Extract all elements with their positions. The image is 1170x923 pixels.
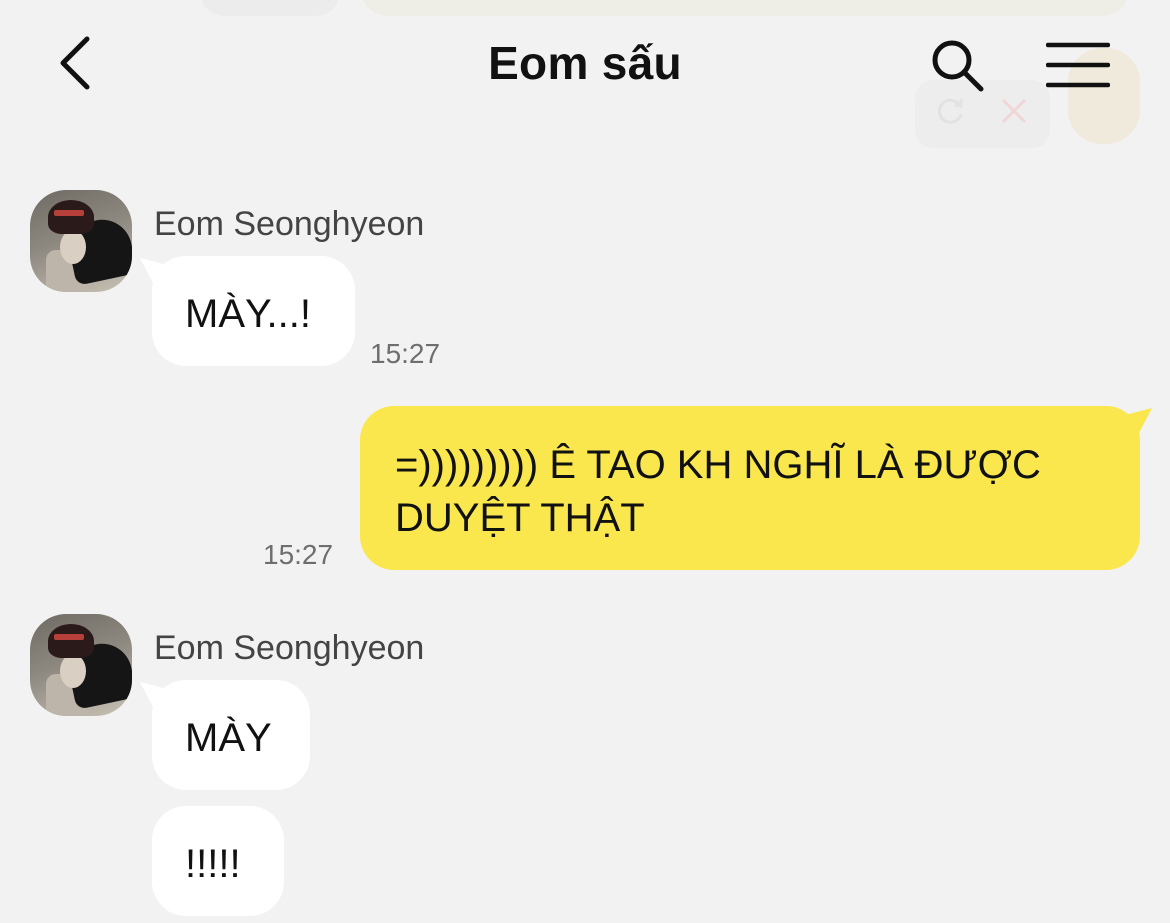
chat-screen: Eom sấu Eom Seonghyeon MÀY...! 15:27 15:… xyxy=(0,0,1170,923)
message-bubble[interactable]: MÀY...! xyxy=(152,256,355,366)
message-time: 15:27 xyxy=(263,539,334,570)
chat-header: Eom sấu xyxy=(0,0,1170,140)
message-bubble-outgoing[interactable]: =))))))))) Ê TAO KH NGHĨ LÀ ĐƯỢC DUYỆT T… xyxy=(360,406,1140,570)
message-text: DUYỆT THẬT xyxy=(395,496,645,540)
search-button[interactable] xyxy=(922,30,992,100)
avatar[interactable] xyxy=(30,614,132,716)
avatar-face xyxy=(60,654,86,688)
chat-title: Eom sấu xyxy=(488,37,682,89)
message-text: MÀY...! xyxy=(185,292,311,336)
message-text: !!!!! xyxy=(185,842,241,886)
message-time: 15:27 xyxy=(370,338,441,369)
avatar[interactable] xyxy=(30,190,132,292)
message-text: MÀY xyxy=(185,716,272,760)
avatar-face xyxy=(60,230,86,264)
message-bubble[interactable]: MÀY xyxy=(152,680,310,790)
sender-name: Eom Seonghyeon xyxy=(154,205,425,243)
menu-button[interactable] xyxy=(1040,30,1116,100)
avatar-cap-logo xyxy=(54,210,84,216)
message-text: =))))))))) Ê TAO KH NGHĨ LÀ ĐƯỢC xyxy=(395,443,1041,487)
avatar-cap-logo xyxy=(54,634,84,640)
avatar-cap xyxy=(48,200,94,234)
sender-name: Eom Seonghyeon xyxy=(154,629,425,667)
avatar-cap xyxy=(48,624,94,658)
message-bubble[interactable]: !!!!! xyxy=(152,806,284,916)
search-icon xyxy=(932,40,984,92)
hamburger-menu-icon xyxy=(1046,42,1110,88)
